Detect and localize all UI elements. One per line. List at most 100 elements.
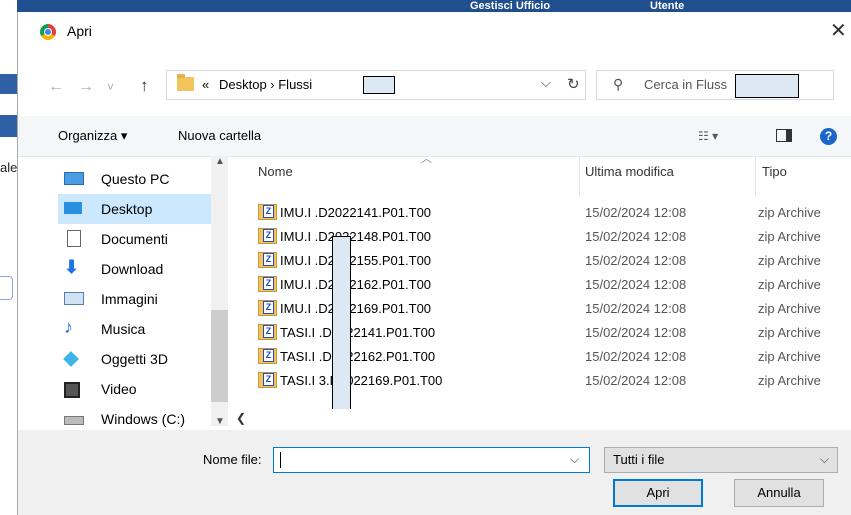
nav-item-video[interactable]: Video — [58, 374, 213, 404]
file-row[interactable]: IMU.I .D2022141.P01.T00 15/02/2024 12:08… — [248, 200, 851, 226]
nav-item-label: Questo PC — [101, 171, 170, 187]
file-type: zip Archive — [758, 301, 821, 316]
file-name: TASI.I .D2022162.P01.T00 — [280, 349, 436, 364]
organize-button[interactable]: Organizza ▾ — [58, 128, 127, 144]
column-divider[interactable] — [579, 156, 580, 196]
nav-item-documenti[interactable]: Documenti — [58, 224, 213, 254]
filename-label: Nome file: — [203, 452, 262, 467]
search-box[interactable]: ⚲ Cerca in Fluss — [596, 70, 834, 100]
chevron-down-icon[interactable]: ⌵ — [570, 452, 579, 467]
toolbar: Organizza ▾ Nuova cartella ☷ ▾ ? — [18, 116, 851, 157]
close-button[interactable]: ✕ — [830, 18, 847, 43]
nav-item-download[interactable]: ⬇ Download — [58, 254, 213, 284]
file-name: IMU.I .D2022155.P01.T00 — [280, 253, 432, 268]
file-type: zip Archive — [758, 325, 821, 340]
zip-file-icon — [258, 372, 277, 388]
nav-item-label: Documenti — [101, 231, 168, 247]
background-app-text: ale — [0, 160, 18, 175]
file-type: zip Archive — [758, 229, 821, 244]
zip-file-icon — [258, 348, 277, 364]
forward-button[interactable]: → — [78, 78, 94, 96]
nav-item-label: Video — [101, 381, 137, 397]
nav-item-desktop[interactable]: Desktop — [58, 194, 213, 224]
search-icon: ⚲ — [613, 76, 624, 92]
file-type: zip Archive — [758, 253, 821, 268]
file-modified: 15/02/2024 12:08 — [585, 205, 687, 220]
zip-file-icon — [258, 204, 277, 220]
pictures-icon — [64, 292, 84, 305]
file-type: zip Archive — [758, 349, 821, 364]
file-name: IMU.I .D2022148.P01.T00 — [280, 229, 432, 244]
back-button[interactable]: ← — [48, 78, 64, 96]
help-icon[interactable]: ? — [820, 128, 837, 145]
file-name: IMU.I .D2022141.P01.T00 — [280, 205, 432, 220]
file-modified: 15/02/2024 12:08 — [585, 277, 687, 292]
file-name: TASI.I .D2022141.P01.T00 — [280, 325, 436, 340]
background-app-text: Gestisci Ufficio — [470, 0, 551, 12]
text-caret — [280, 452, 281, 468]
scroll-left-icon[interactable]: ❮ — [236, 411, 246, 425]
open-button[interactable]: Apri — [613, 479, 703, 507]
view-options-icon[interactable]: ☷ ▾ — [698, 129, 718, 143]
nav-item-label: Oggetti 3D — [101, 351, 168, 367]
3d-objects-icon — [63, 351, 79, 367]
nav-pane-scroll-thumb[interactable] — [211, 310, 228, 402]
drive-icon — [64, 416, 84, 425]
file-modified: 15/02/2024 12:08 — [585, 325, 687, 340]
documents-icon — [67, 230, 81, 247]
background-app-field — [0, 276, 13, 300]
nav-item-label: Desktop — [101, 201, 153, 217]
desktop-folder-icon — [64, 202, 82, 214]
file-modified: 15/02/2024 12:08 — [585, 373, 687, 388]
nav-item-oggetti-3d[interactable]: Oggetti 3D — [58, 344, 213, 374]
chevron-down-icon[interactable]: ⌵ — [541, 75, 551, 91]
open-file-dialog: Apri ✕ ← → ˅ ↑ « Desktop › Flussi ⌵ ↻ ⚲ … — [17, 12, 851, 515]
file-name: TASI.I 3.D2022169.P01.T00 — [280, 373, 443, 388]
computer-icon — [64, 172, 84, 185]
file-type-value: Tutti i file — [613, 452, 665, 467]
chrome-icon — [40, 24, 56, 40]
recent-locations-button[interactable]: ˅ — [107, 80, 114, 94]
title-bar: Apri ✕ — [18, 12, 851, 50]
column-header-name[interactable]: Nome — [258, 164, 293, 179]
column-divider[interactable] — [755, 156, 756, 196]
nav-item-label: Musica — [101, 321, 146, 337]
address-bar[interactable]: « Desktop › Flussi ⌵ ↻ — [166, 70, 586, 100]
file-list-horizontal-scrollbar[interactable] — [228, 409, 851, 427]
scroll-up-icon[interactable]: ▲ — [215, 156, 225, 167]
file-type: zip Archive — [758, 277, 821, 292]
redaction-box — [735, 74, 799, 98]
file-modified: 15/02/2024 12:08 — [585, 349, 687, 364]
nav-item-immagini[interactable]: Immagini — [58, 284, 213, 314]
redaction-box — [363, 76, 395, 94]
chevron-down-icon: ⌵ — [819, 452, 829, 466]
scroll-down-icon[interactable]: ▼ — [215, 416, 225, 427]
folder-icon — [177, 74, 194, 91]
cancel-button[interactable]: Annulla — [734, 479, 824, 507]
zip-file-icon — [258, 252, 277, 268]
file-modified: 15/02/2024 12:08 — [585, 229, 687, 244]
new-folder-button[interactable]: Nuova cartella — [178, 128, 261, 143]
zip-file-icon — [258, 324, 277, 340]
column-header-modified[interactable]: Ultima modifica — [585, 164, 674, 179]
redaction-box — [332, 236, 351, 424]
nav-item-questo-pc[interactable]: Questo PC — [58, 164, 213, 194]
file-name: IMU.I .D2022162.P01.T00 — [280, 277, 432, 292]
file-type: zip Archive — [758, 373, 821, 388]
background-app-header: Gestisci Ufficio Utente — [0, 0, 851, 12]
zip-file-icon — [258, 276, 277, 292]
search-input[interactable]: Cerca in Fluss — [644, 77, 727, 92]
nav-item-musica[interactable]: ♪ Musica — [58, 314, 213, 344]
refresh-icon[interactable]: ↻ — [567, 75, 580, 93]
address-path[interactable]: Desktop › Flussi — [219, 77, 312, 92]
file-type-select[interactable]: Tutti i file ⌵ — [604, 447, 838, 473]
up-folder-button[interactable]: ↑ — [140, 76, 149, 96]
zip-file-icon — [258, 228, 277, 244]
preview-pane-icon[interactable] — [776, 129, 792, 142]
filename-input[interactable]: ⌵ — [273, 447, 590, 473]
nav-item-label: Windows (C:) — [101, 411, 186, 427]
address-prefix[interactable]: « — [202, 77, 209, 92]
zip-file-icon — [258, 300, 277, 316]
download-icon: ⬇ — [64, 257, 80, 277]
column-header-type[interactable]: Tipo — [762, 164, 787, 179]
